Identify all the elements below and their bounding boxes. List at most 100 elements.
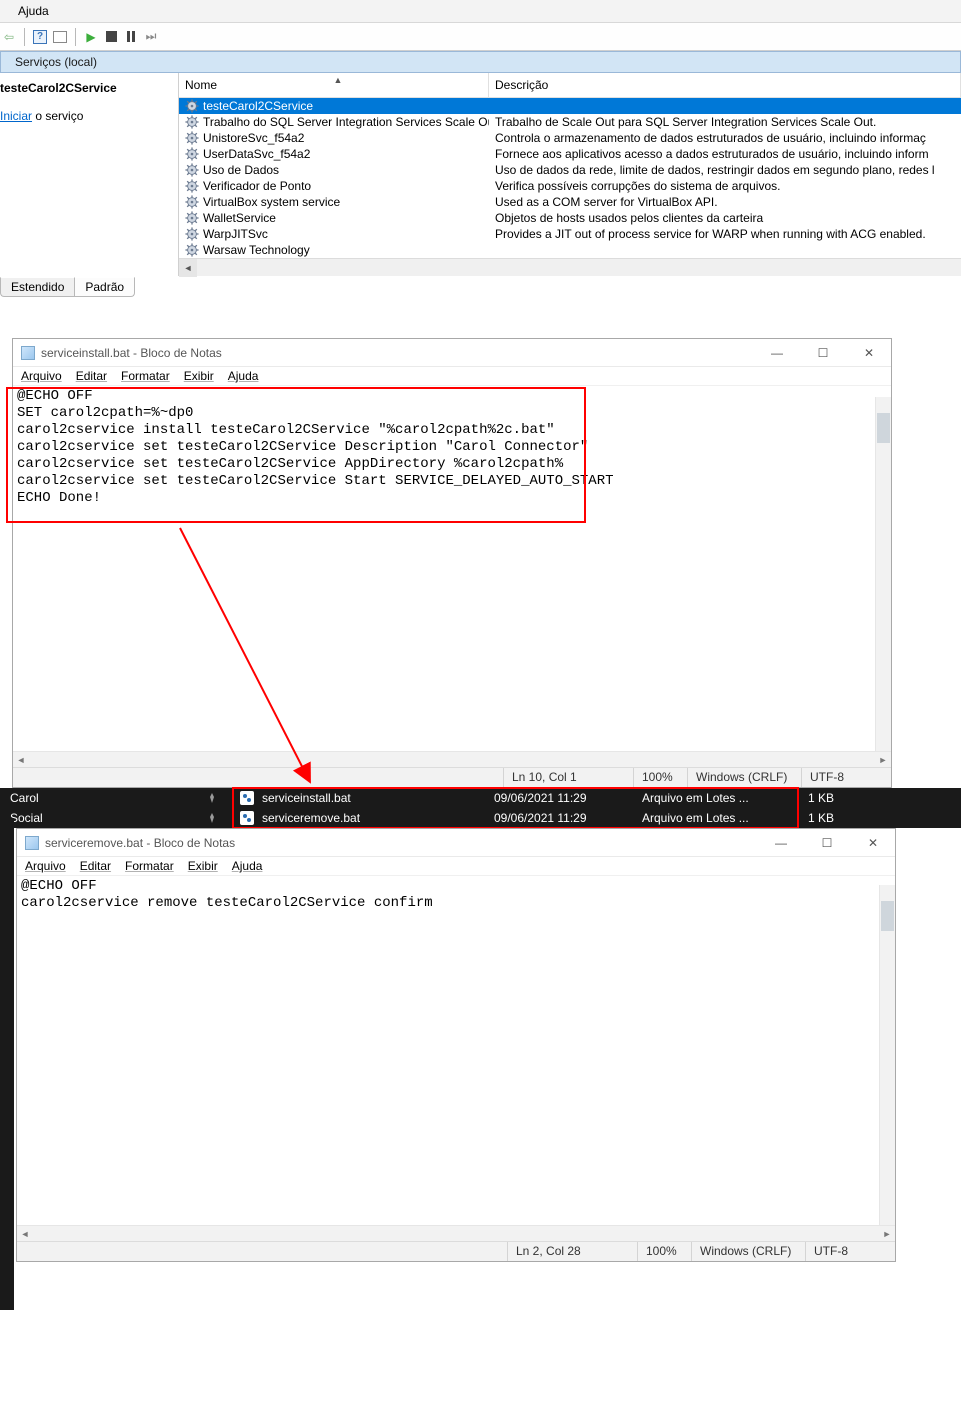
services-horizontal-scrollbar[interactable]: ◄ <box>179 258 961 276</box>
status-position: Ln 10, Col 1 <box>503 768 633 787</box>
menu-item[interactable]: Ajuda <box>232 859 263 873</box>
tab-standard[interactable]: Padrão <box>74 277 135 297</box>
file-name: serviceinstall.bat <box>262 791 486 805</box>
notepad-window-serviceinstall: serviceinstall.bat - Bloco de Notas — ☐ … <box>12 338 892 788</box>
notepad-icon <box>21 346 35 360</box>
service-row[interactable]: WalletService Objetos de hosts usados pel… <box>179 210 961 226</box>
notepad2-vertical-scrollbar[interactable] <box>879 885 895 1225</box>
tab-extended[interactable]: Estendido <box>0 277 74 297</box>
pause-icon[interactable] <box>122 28 140 46</box>
gear-icon <box>185 163 199 177</box>
menu-item[interactable]: Exibir <box>184 369 214 383</box>
menu-item[interactable]: Arquivo <box>25 859 66 873</box>
service-name-cell: testeCarol2CService <box>179 98 489 114</box>
gear-icon <box>185 243 199 257</box>
menu-item[interactable]: Formatar <box>125 859 174 873</box>
service-name-cell: Warsaw Technology <box>179 242 489 258</box>
close-button[interactable]: ✕ <box>849 340 889 366</box>
back-icon[interactable]: ⇦ <box>0 28 18 46</box>
notepad1-content[interactable]: @ECHO OFF SET carol2cpath=%~dp0 carol2cs… <box>13 386 891 751</box>
services-tree-header[interactable]: Serviços (local) <box>0 51 961 73</box>
explorer-file-row[interactable]: serviceinstall.bat09/06/2021 11:29Arquiv… <box>228 788 961 808</box>
menu-item[interactable]: Ajuda <box>228 369 259 383</box>
bat-file-icon <box>240 811 254 825</box>
status-zoom: 100% <box>637 1242 691 1261</box>
service-row[interactable]: UserDataSvc_f54a2Fornece aos aplicativos… <box>179 146 961 162</box>
scroll-left-icon[interactable]: ◄ <box>179 259 197 277</box>
notepad2-content[interactable]: @ECHO OFF carol2cservice remove testeCar… <box>17 876 895 1225</box>
menu-item[interactable]: Arquivo <box>21 369 62 383</box>
notepad2-statusbar: Ln 2, Col 28 100% Windows (CRLF) UTF-8 <box>17 1241 895 1261</box>
pin-icon <box>206 812 218 824</box>
service-name: UserDataSvc_f54a2 <box>203 147 310 161</box>
services-rows: testeCarol2CServiceTrabalho do SQL Serve… <box>179 98 961 258</box>
scroll-right-icon[interactable]: ► <box>875 752 891 768</box>
notepad1-horizontal-scrollbar[interactable]: ◄ ► <box>13 751 891 767</box>
start-service-link[interactable]: Iniciar <box>0 109 32 123</box>
service-row[interactable]: testeCarol2CService <box>179 98 961 114</box>
notepad2-titlebar[interactable]: serviceremove.bat - Bloco de Notas — ☐ ✕ <box>17 829 895 857</box>
scroll-left-icon[interactable]: ◄ <box>17 1226 33 1242</box>
service-name-cell: Verificador de Ponto <box>179 178 489 194</box>
service-name: WalletService <box>203 211 276 225</box>
notepad1-statusbar: Ln 10, Col 1 100% Windows (CRLF) UTF-8 <box>13 767 891 787</box>
service-row[interactable]: WarpJITSvcProvides a JIT out of process … <box>179 226 961 242</box>
services-view-tabs: EstendidoPadrão <box>0 276 961 304</box>
scroll-right-icon[interactable]: ► <box>879 1226 895 1242</box>
service-description-cell <box>489 98 961 114</box>
service-name: UnistoreSvc_f54a2 <box>203 131 304 145</box>
service-row[interactable]: VirtualBox system serviceUsed as a COM s… <box>179 194 961 210</box>
explorer-file-list: serviceinstall.bat09/06/2021 11:29Arquiv… <box>228 788 961 828</box>
service-row[interactable]: Trabalho do SQL Server Integration Servi… <box>179 114 961 130</box>
service-name: WarpJITSvc <box>203 227 268 241</box>
menu-item[interactable]: Exibir <box>188 859 218 873</box>
help-icon[interactable]: ? <box>31 28 49 46</box>
file-size: 1 KB <box>798 811 834 825</box>
notepad2-horizontal-scrollbar[interactable]: ◄ ► <box>17 1225 895 1241</box>
minimize-button[interactable]: — <box>761 830 801 856</box>
file-type: Arquivo em Lotes ... <box>642 791 790 805</box>
file-name: serviceremove.bat <box>262 811 486 825</box>
menu-item[interactable]: Editar <box>80 859 111 873</box>
explorer-quick-item[interactable]: Carol <box>0 788 228 808</box>
service-row[interactable]: Uso de DadosUso de dados da rede, limite… <box>179 162 961 178</box>
start-icon[interactable]: ▶ <box>82 28 100 46</box>
minimize-button[interactable]: — <box>757 340 797 366</box>
gear-icon <box>185 147 199 161</box>
selected-service-title: testeCarol2CService <box>0 81 174 109</box>
explorer-file-row[interactable]: serviceremove.bat09/06/2021 11:29Arquivo… <box>228 808 961 828</box>
notepad2-title: serviceremove.bat - Bloco de Notas <box>45 836 755 850</box>
notepad1-titlebar[interactable]: serviceinstall.bat - Bloco de Notas — ☐ … <box>13 339 891 367</box>
service-row[interactable]: Verificador de PontoVerifica possíveis c… <box>179 178 961 194</box>
dark-left-strip <box>0 818 14 1310</box>
service-description-cell <box>489 242 961 258</box>
maximize-button[interactable]: ☐ <box>807 830 847 856</box>
column-header-description[interactable]: Descrição <box>489 73 961 97</box>
service-row[interactable]: Warsaw Technology <box>179 242 961 258</box>
service-description-cell: Uso de dados da rede, limite de dados, r… <box>489 162 961 178</box>
menu-item[interactable]: Formatar <box>121 369 170 383</box>
service-name-cell: WalletService <box>179 210 489 226</box>
scroll-left-icon[interactable]: ◄ <box>13 752 29 768</box>
bat-file-icon <box>240 791 254 805</box>
status-position: Ln 2, Col 28 <box>507 1242 637 1261</box>
gear-icon <box>185 195 199 209</box>
close-button[interactable]: ✕ <box>853 830 893 856</box>
service-action-text: o serviço <box>32 109 83 123</box>
restart-icon[interactable]: ⏭ <box>142 28 160 46</box>
column-header-name[interactable]: ▲ Nome <box>179 73 489 97</box>
menu-item[interactable]: Editar <box>76 369 107 383</box>
explorer-quick-item[interactable]: Social <box>0 808 228 828</box>
maximize-button[interactable]: ☐ <box>803 340 843 366</box>
gear-icon <box>185 115 199 129</box>
stop-icon[interactable] <box>102 28 120 46</box>
menu-help[interactable]: Ajuda <box>18 4 49 18</box>
status-zoom: 100% <box>633 768 687 787</box>
services-column-headers: ▲ Nome Descrição <box>179 73 961 98</box>
notepad1-vertical-scrollbar[interactable] <box>875 397 891 751</box>
gear-icon <box>185 179 199 193</box>
properties-icon[interactable] <box>51 28 69 46</box>
service-description-cell: Objetos de hosts usados pelos clientes d… <box>489 210 961 226</box>
notepad1-menubar: Arquivo Editar Formatar Exibir Ajuda <box>13 367 891 386</box>
service-row[interactable]: UnistoreSvc_f54a2Controla o armazenament… <box>179 130 961 146</box>
